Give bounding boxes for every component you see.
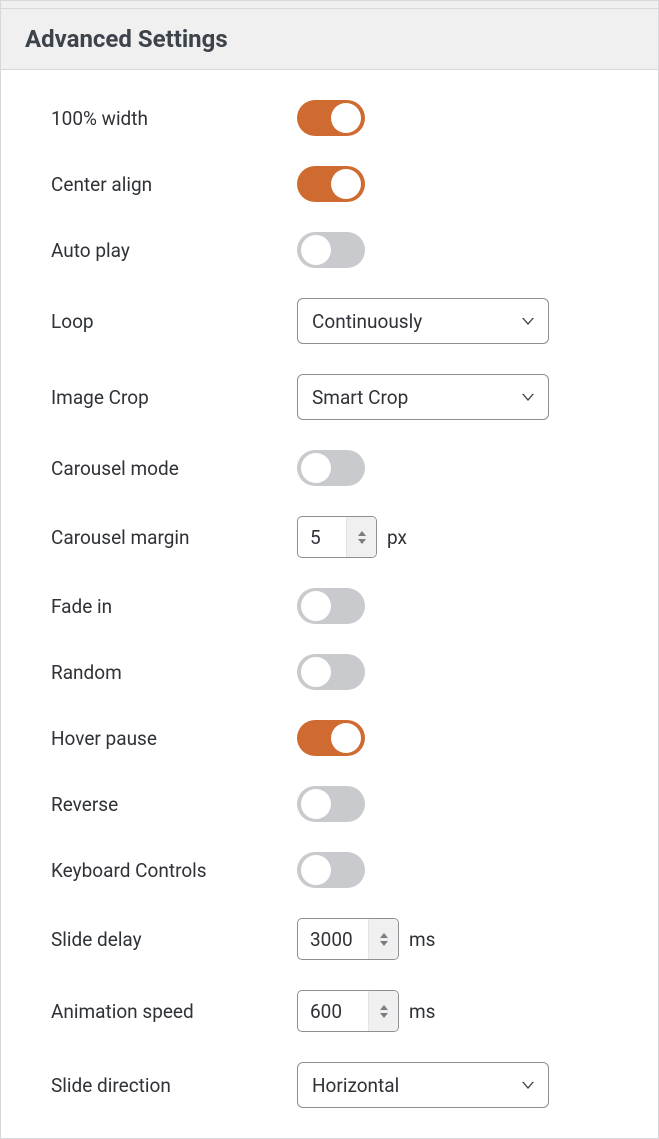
row-animation-speed: Animation speed 600 ms	[51, 990, 634, 1032]
unit-carousel-margin: px	[387, 526, 407, 549]
row-slide-delay: Slide delay 3000 ms	[51, 918, 634, 960]
chevron-down-icon	[522, 394, 534, 401]
stepper-up-icon	[380, 1005, 388, 1010]
unit-animation-speed: ms	[409, 1000, 435, 1023]
label-center-align: Center align	[51, 173, 297, 196]
row-random: Random	[51, 654, 634, 690]
label-reverse: Reverse	[51, 793, 297, 816]
toggle-center-align[interactable]	[297, 166, 365, 202]
stepper-down-icon	[380, 941, 388, 946]
toggle-carousel-mode[interactable]	[297, 450, 365, 486]
panel-header: Advanced Settings	[1, 9, 658, 70]
select-loop-value: Continuously	[312, 310, 422, 333]
row-center-align: Center align	[51, 166, 634, 202]
row-hover-pause: Hover pause	[51, 720, 634, 756]
row-fade-in: Fade in	[51, 588, 634, 624]
select-image-crop[interactable]: Smart Crop	[297, 374, 549, 420]
stepper-down-icon	[358, 539, 366, 544]
label-image-crop: Image Crop	[51, 386, 297, 409]
chevron-down-icon	[522, 1082, 534, 1089]
toggle-fade-in[interactable]	[297, 588, 365, 624]
stepper-icon[interactable]	[346, 517, 376, 557]
toggle-random[interactable]	[297, 654, 365, 690]
top-divider	[1, 1, 658, 9]
panel-body: 100% width Center align Auto play	[1, 70, 658, 1108]
row-carousel-margin: Carousel margin 5 px	[51, 516, 634, 558]
stepper-down-icon	[380, 1013, 388, 1018]
toggle-knob	[301, 657, 331, 687]
chevron-down-icon	[522, 318, 534, 325]
stepper-up-icon	[358, 531, 366, 536]
label-slide-direction: Slide direction	[51, 1074, 297, 1097]
toggle-knob	[301, 855, 331, 885]
toggle-keyboard-controls[interactable]	[297, 852, 365, 888]
toggle-hover-pause[interactable]	[297, 720, 365, 756]
toggle-knob	[331, 169, 361, 199]
label-loop: Loop	[51, 310, 297, 333]
label-100-width: 100% width	[51, 107, 297, 130]
label-keyboard-controls: Keyboard Controls	[51, 859, 297, 882]
row-keyboard-controls: Keyboard Controls	[51, 852, 634, 888]
select-slide-direction[interactable]: Horizontal	[297, 1062, 549, 1108]
panel-title: Advanced Settings	[25, 25, 634, 53]
toggle-knob	[331, 103, 361, 133]
label-auto-play: Auto play	[51, 239, 297, 262]
toggle-reverse[interactable]	[297, 786, 365, 822]
advanced-settings-panel: Advanced Settings 100% width Center alig…	[0, 0, 659, 1139]
toggle-knob	[301, 591, 331, 621]
label-random: Random	[51, 661, 297, 684]
select-slide-direction-value: Horizontal	[312, 1074, 399, 1097]
label-hover-pause: Hover pause	[51, 727, 297, 750]
stepper-up-icon	[380, 933, 388, 938]
select-loop[interactable]: Continuously	[297, 298, 549, 344]
unit-slide-delay: ms	[409, 928, 435, 951]
label-carousel-margin: Carousel margin	[51, 526, 297, 549]
toggle-knob	[301, 453, 331, 483]
row-carousel-mode: Carousel mode	[51, 450, 634, 486]
toggle-100-width[interactable]	[297, 100, 365, 136]
toggle-knob	[331, 723, 361, 753]
label-carousel-mode: Carousel mode	[51, 457, 297, 480]
row-loop: Loop Continuously	[51, 298, 634, 344]
stepper-icon[interactable]	[368, 991, 398, 1031]
input-animation-speed-value: 600	[298, 1000, 368, 1023]
label-fade-in: Fade in	[51, 595, 297, 618]
select-image-crop-value: Smart Crop	[312, 386, 408, 409]
input-animation-speed[interactable]: 600	[297, 990, 399, 1032]
row-auto-play: Auto play	[51, 232, 634, 268]
label-slide-delay: Slide delay	[51, 928, 297, 951]
label-animation-speed: Animation speed	[51, 1000, 297, 1023]
input-carousel-margin[interactable]: 5	[297, 516, 377, 558]
row-image-crop: Image Crop Smart Crop	[51, 374, 634, 420]
row-100-width: 100% width	[51, 100, 634, 136]
row-reverse: Reverse	[51, 786, 634, 822]
input-carousel-margin-value: 5	[298, 526, 346, 549]
toggle-knob	[301, 235, 331, 265]
input-slide-delay-value: 3000	[298, 928, 368, 951]
toggle-auto-play[interactable]	[297, 232, 365, 268]
stepper-icon[interactable]	[368, 919, 398, 959]
row-slide-direction: Slide direction Horizontal	[51, 1062, 634, 1108]
input-slide-delay[interactable]: 3000	[297, 918, 399, 960]
toggle-knob	[301, 789, 331, 819]
